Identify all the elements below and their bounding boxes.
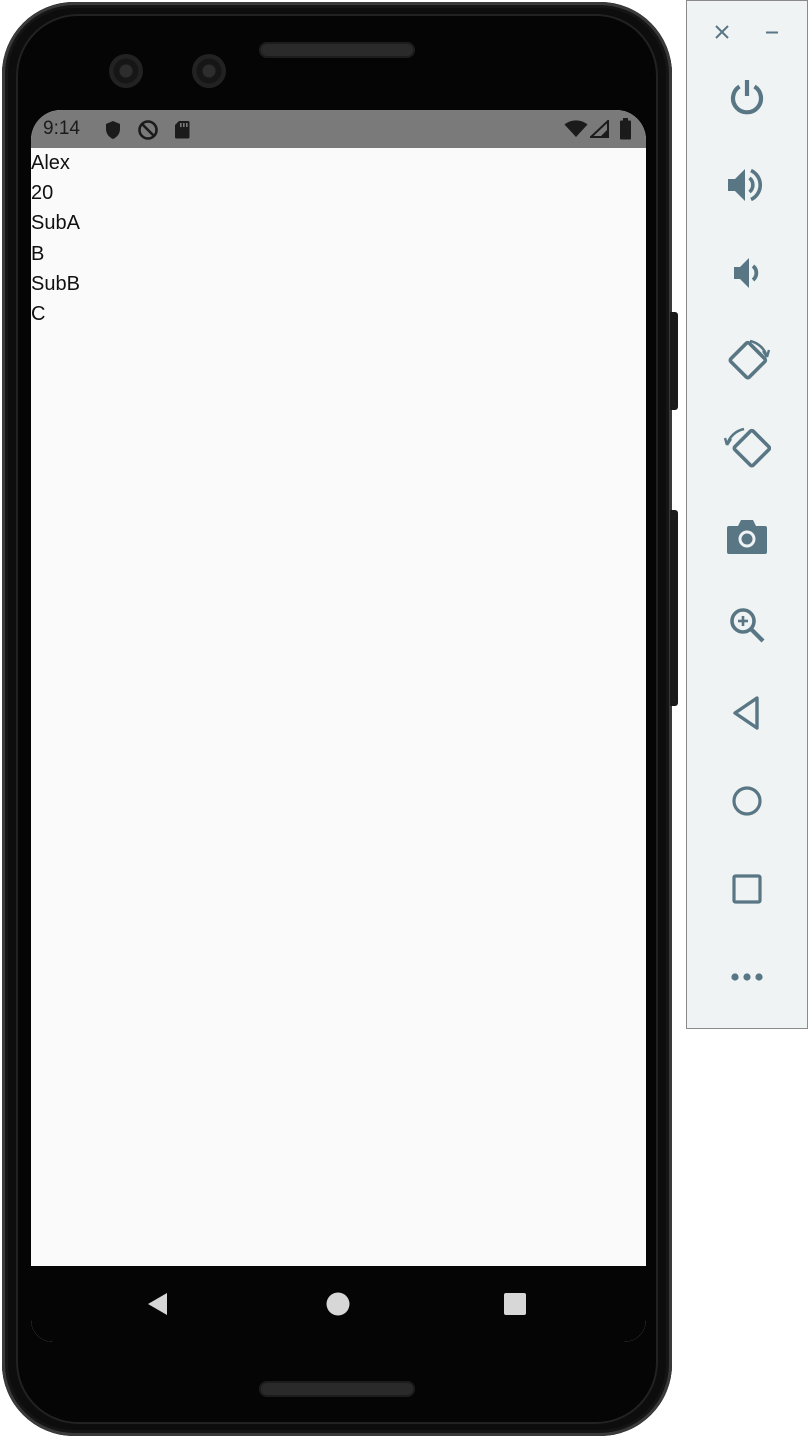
screenshot-button[interactable] (720, 510, 774, 564)
more-button[interactable] (720, 950, 774, 1004)
rotate-left-icon (728, 339, 771, 380)
nav-recents-button[interactable] (465, 1266, 565, 1342)
power-icon (730, 80, 764, 115)
text-line-name: Alex (31, 152, 70, 174)
volume-up-button[interactable] (720, 158, 774, 212)
text-line-c: C (31, 302, 46, 325)
recents-icon (504, 1293, 526, 1315)
volume-down-icon (734, 258, 759, 288)
status-time: 9:14 (43, 118, 80, 139)
close-icon (715, 25, 729, 39)
app-content: Alex 20 SubA B SubB C (31, 148, 646, 329)
emulator-toolbar (686, 0, 808, 1029)
home-icon (732, 786, 762, 816)
emulator-home-button[interactable] (720, 774, 774, 828)
back-icon (148, 1293, 167, 1315)
no-sync-icon (138, 120, 158, 140)
emulator-overview-button[interactable] (720, 862, 774, 916)
shield-icon (106, 121, 120, 139)
volume-up-icon (728, 168, 762, 202)
phone-power-key (670, 312, 678, 410)
earpiece-speaker (259, 42, 415, 58)
front-sensor-icon (192, 54, 226, 88)
camera-icon (727, 520, 767, 554)
device-screen: 9:14 Alex 20 SubA B SubB C (31, 110, 646, 1342)
phone-volume-keys (670, 510, 678, 706)
overview-icon (732, 874, 762, 904)
minimize-icon (766, 31, 778, 34)
bottom-speaker (259, 1381, 415, 1397)
sd-card-icon (175, 121, 190, 139)
home-icon (326, 1292, 350, 1316)
status-bar: 9:14 (31, 110, 646, 148)
power-button[interactable] (720, 70, 774, 124)
volume-down-button[interactable] (720, 246, 774, 300)
rotate-right-icon (723, 427, 771, 468)
navigation-bar (31, 1266, 646, 1342)
text-line-age: 20 (31, 182, 54, 205)
nav-home-button[interactable] (288, 1266, 388, 1342)
text-line-sub-b: SubB (31, 272, 80, 295)
rotate-right-button[interactable] (720, 422, 774, 476)
emulator-back-button[interactable] (720, 686, 774, 740)
nav-back-button[interactable] (108, 1266, 208, 1342)
window-minimize-button[interactable] (757, 17, 787, 47)
signal-icon (590, 120, 609, 138)
wifi-icon (564, 120, 588, 137)
battery-icon (620, 118, 631, 140)
text-line-b: B (31, 242, 45, 265)
window-close-button[interactable] (707, 17, 737, 47)
more-icon (731, 973, 763, 981)
zoom-button[interactable] (720, 598, 774, 652)
zoom-icon (730, 608, 765, 643)
text-line-sub-a: SubA (31, 212, 80, 235)
back-icon (733, 696, 759, 730)
rotate-left-button[interactable] (720, 334, 774, 388)
front-camera-icon (109, 54, 143, 88)
